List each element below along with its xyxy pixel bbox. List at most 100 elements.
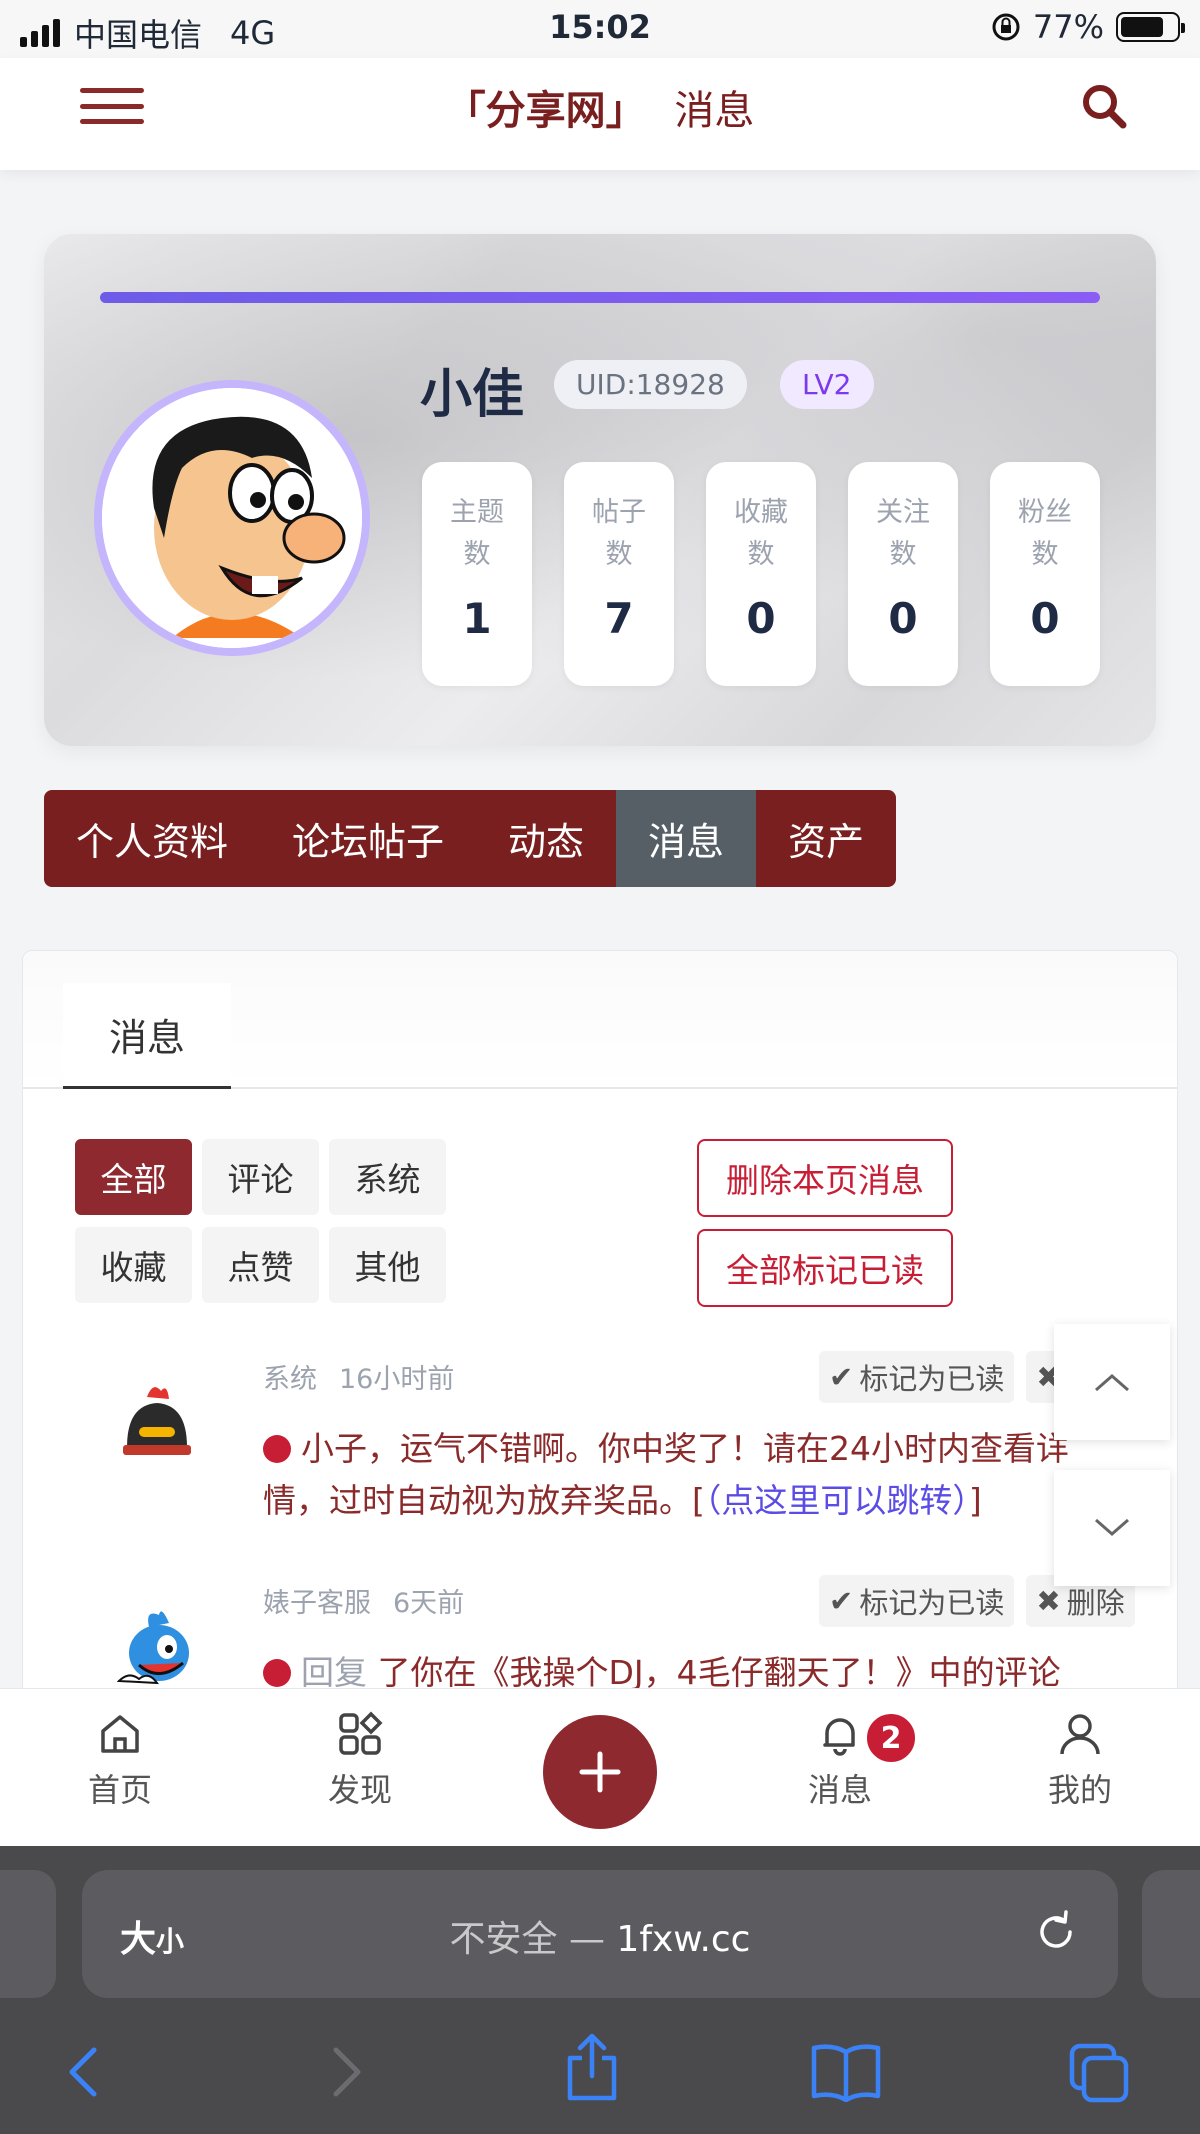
mark-read-label: 标记为已读 (859, 1362, 1005, 1396)
message-time: 16小时前 (339, 1364, 455, 1395)
level-progress-bar (100, 292, 1100, 303)
filter-all[interactable]: 全部 (75, 1139, 192, 1215)
grid-icon (339, 1711, 383, 1755)
battery-icon (1116, 12, 1185, 42)
tab-messages[interactable]: 消息 (616, 790, 757, 887)
app-header: 「分享网」 消息 (0, 58, 1200, 170)
bell-icon (823, 1718, 855, 1756)
profile-card: 小佳 UID:18928 LV2 主题数 1 帖子数 7 收藏数 0 关注数 0 粉丝数… (44, 234, 1156, 746)
site-brand[interactable]: 「分享网」 (446, 88, 646, 134)
stat-label: 收藏数 (734, 497, 788, 570)
nav-discover-label: 发现 (327, 1771, 392, 1809)
mark-read-button[interactable]: ✔ 标记为已读 (819, 1351, 1015, 1403)
check-icon: ✔ (829, 1584, 854, 1618)
stat-topics[interactable]: 主题数 1 (422, 462, 532, 686)
insecure-label: 不安全 — (449, 1919, 605, 1960)
stat-label: 粉丝数 (1018, 497, 1072, 570)
stat-value: 0 (1030, 594, 1060, 643)
list-item[interactable]: 婊子客服 6天前 ✔ 标记为已读 ✖ 删除 回复 了你在《我操个DJ，4毛仔翻天了！… (63, 1575, 1163, 1690)
uid-badge: UID:18928 (554, 360, 747, 409)
scroll-up-button[interactable] (1054, 1324, 1170, 1440)
filter-other[interactable]: 其他 (329, 1227, 446, 1303)
profile-stats: 主题数 1 帖子数 7 收藏数 0 关注数 0 粉丝数 0 (422, 462, 1100, 686)
cartoon-face-icon (102, 388, 362, 648)
url-display[interactable]: 不安全 — 1fxw.cc (82, 1910, 1118, 1962)
forward-icon (333, 2047, 361, 2097)
stat-favorites[interactable]: 收藏数 0 (706, 462, 816, 686)
mark-all-read-button[interactable]: 全部标记已读 (697, 1229, 953, 1307)
page-title: 「分享网」 消息 (0, 78, 1200, 136)
panel-header: 消息 (23, 951, 1177, 1089)
tab-assets[interactable]: 资产 (756, 790, 896, 887)
next-tab-preview[interactable] (1142, 1870, 1200, 1998)
message-sender[interactable]: 婊子客服 (263, 1581, 371, 1620)
reply-prefix: 回复 (301, 1653, 367, 1690)
messages-panel: 消息 全部 评论 系统 收藏 点赞 其他 删除本页消息 全部标记已读 系统 16… (22, 950, 1178, 1690)
message-time: 6天前 (393, 1588, 465, 1619)
stat-value: 7 (604, 594, 634, 643)
stat-fans[interactable]: 粉丝数 0 (990, 462, 1100, 686)
battery-percent: 77% (1032, 8, 1104, 46)
list-item[interactable]: 系统 16小时前 ✔标记为已读 ✖删除 小子，运气不错啊。你中奖了！请在24小时… (63, 1351, 1163, 1551)
jump-link[interactable]: （点这里可以跳转） (705, 1481, 969, 1520)
message-meta: 系统 16小时前 (263, 1357, 454, 1396)
bookmarks-icon[interactable] (810, 2042, 882, 2102)
check-icon: ✔ (829, 1360, 854, 1394)
delete-page-messages-button[interactable]: 删除本页消息 (697, 1139, 953, 1217)
message-filters: 全部 评论 系统 收藏 点赞 其他 (75, 1139, 555, 1303)
address-bar[interactable]: 大小 不安全 — 1fxw.cc (82, 1870, 1118, 1998)
message-suffix: ] (968, 1481, 982, 1520)
delete-label: 删除 (1066, 1586, 1125, 1620)
filter-likes[interactable]: 点赞 (202, 1227, 319, 1303)
mark-read-label: 标记为已读 (859, 1586, 1005, 1620)
nav-home[interactable]: 首页 (40, 1711, 200, 1811)
tab-activity[interactable]: 动态 (476, 790, 616, 887)
nav-mine[interactable]: 我的 (1000, 1711, 1160, 1811)
close-icon: ✖ (1036, 1584, 1061, 1618)
unread-dot-icon (263, 1435, 291, 1463)
filter-comments[interactable]: 评论 (202, 1139, 319, 1215)
message-body: 小子，运气不错啊。你中奖了！请在24小时内查看详情，过时自动视为放弃奖品。[（点… (263, 1423, 1123, 1527)
blue-bird-icon (116, 1611, 189, 1685)
filter-favorites[interactable]: 收藏 (75, 1227, 192, 1303)
reload-icon[interactable] (1030, 1906, 1082, 1958)
nav-discover[interactable]: 发现 (280, 1711, 440, 1811)
status-bar: 中国电信 4G 15:02 77% (0, 0, 1200, 58)
nav-messages-label: 消息 (807, 1771, 872, 1809)
share-icon[interactable] (562, 2032, 622, 2104)
username: 小佳 (420, 365, 525, 425)
stat-following[interactable]: 关注数 0 (848, 462, 958, 686)
stat-label: 关注数 (876, 497, 930, 570)
tabs-icon[interactable] (1068, 2042, 1132, 2106)
orientation-lock-icon (992, 13, 1020, 41)
plus-icon (579, 1751, 621, 1793)
add-post-button[interactable] (543, 1715, 657, 1829)
stat-posts[interactable]: 帖子数 7 (564, 462, 674, 686)
stat-label: 帖子数 (592, 497, 646, 570)
unread-count-badge: 2 (864, 1711, 918, 1765)
previous-tab-preview[interactable] (0, 1870, 56, 1998)
unread-dot-icon (263, 1659, 291, 1687)
tab-forum-posts[interactable]: 论坛帖子 (260, 790, 476, 887)
domain-label: 1fxw.cc (616, 1919, 751, 1960)
stat-value: 0 (746, 594, 776, 643)
nav-mine-label: 我的 (1047, 1771, 1112, 1809)
profile-nav-tabs: 个人资料 论坛帖子 动态 消息 资产 (44, 790, 897, 887)
bottom-nav: 首页 发现 消息 2 我的 (0, 1688, 1200, 1846)
filter-system[interactable]: 系统 (329, 1139, 446, 1215)
system-helmet-icon (123, 1387, 191, 1455)
stat-label: 主题数 (450, 497, 504, 570)
tab-profile[interactable]: 个人资料 (44, 790, 260, 887)
search-icon[interactable] (1078, 80, 1130, 132)
back-icon[interactable] (62, 2042, 106, 2102)
level-badge: LV2 (780, 360, 874, 409)
browser-chrome: 大小 不安全 — 1fxw.cc (0, 1846, 1200, 2134)
message-text[interactable]: 了你在《我操个DJ，4毛仔翻天了！》中的评论 (378, 1653, 1061, 1689)
stat-value: 0 (888, 594, 918, 643)
scroll-down-button[interactable] (1054, 1470, 1170, 1586)
chevron-down-icon (1095, 1518, 1129, 1536)
message-sender[interactable]: 系统 (263, 1357, 317, 1396)
tab-messages-inner[interactable]: 消息 (63, 983, 231, 1089)
mark-read-button[interactable]: ✔ 标记为已读 (819, 1575, 1015, 1627)
avatar[interactable] (94, 380, 370, 656)
